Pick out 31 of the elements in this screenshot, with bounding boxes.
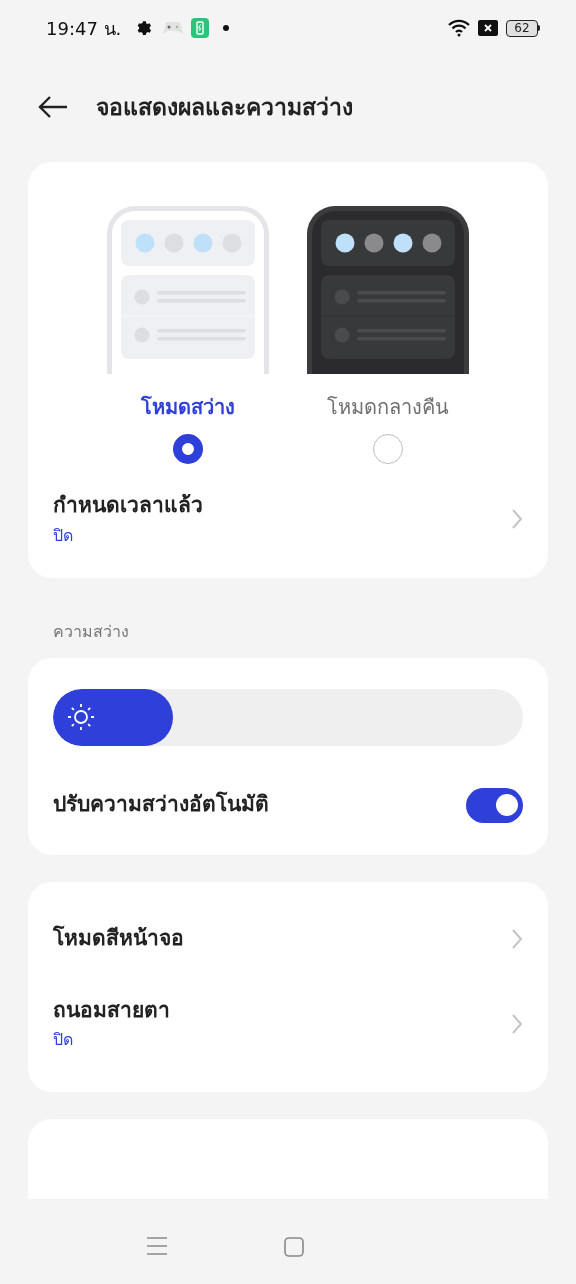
auto-brightness-toggle[interactable] <box>466 787 523 823</box>
chevron-right-icon <box>511 1012 523 1035</box>
battery-saver-icon <box>191 18 210 38</box>
row-value: ปิด <box>53 524 74 547</box>
row-title: กำหนดเวลาแล้ว <box>53 492 204 519</box>
chevron-right-icon <box>511 927 523 950</box>
theme-radio[interactable] <box>373 434 403 464</box>
auto-brightness-label: ปรับความสว่างอัตโนมัติ <box>53 790 270 819</box>
settings-row[interactable]: ถนอมสายตา ปิด <box>28 975 548 1072</box>
sim-off-icon <box>478 20 498 36</box>
back-button[interactable] <box>38 95 68 119</box>
schedule-row[interactable]: กำหนดเวลาแล้ว ปิด <box>28 464 548 578</box>
row-value: ปิด <box>53 1029 74 1052</box>
status-time: 19:47 น. <box>46 16 122 41</box>
wifi-icon <box>448 19 470 37</box>
theme-radio[interactable] <box>173 434 203 464</box>
page-title: จอแสดงผลและความสว่าง <box>96 92 353 122</box>
dot-icon <box>223 25 230 31</box>
gear-icon <box>135 19 154 37</box>
theme-label: โหมดสว่าง <box>141 394 235 421</box>
theme-label: โหมดกลางคืน <box>327 394 449 421</box>
settings-row[interactable]: โหมดสีหน้าจอ <box>28 901 548 976</box>
chevron-right-icon <box>511 507 523 530</box>
sun-icon <box>67 703 95 731</box>
gamepad-icon <box>163 21 184 35</box>
brightness-slider[interactable] <box>53 688 523 746</box>
battery-indicator: 62 <box>506 19 538 37</box>
row-title: โหมดสีหน้าจอ <box>53 924 185 952</box>
home-icon[interactable] <box>284 1237 304 1257</box>
row-title: ถนอมสายตา <box>53 996 171 1024</box>
section-label: ความสว่าง <box>53 620 130 643</box>
